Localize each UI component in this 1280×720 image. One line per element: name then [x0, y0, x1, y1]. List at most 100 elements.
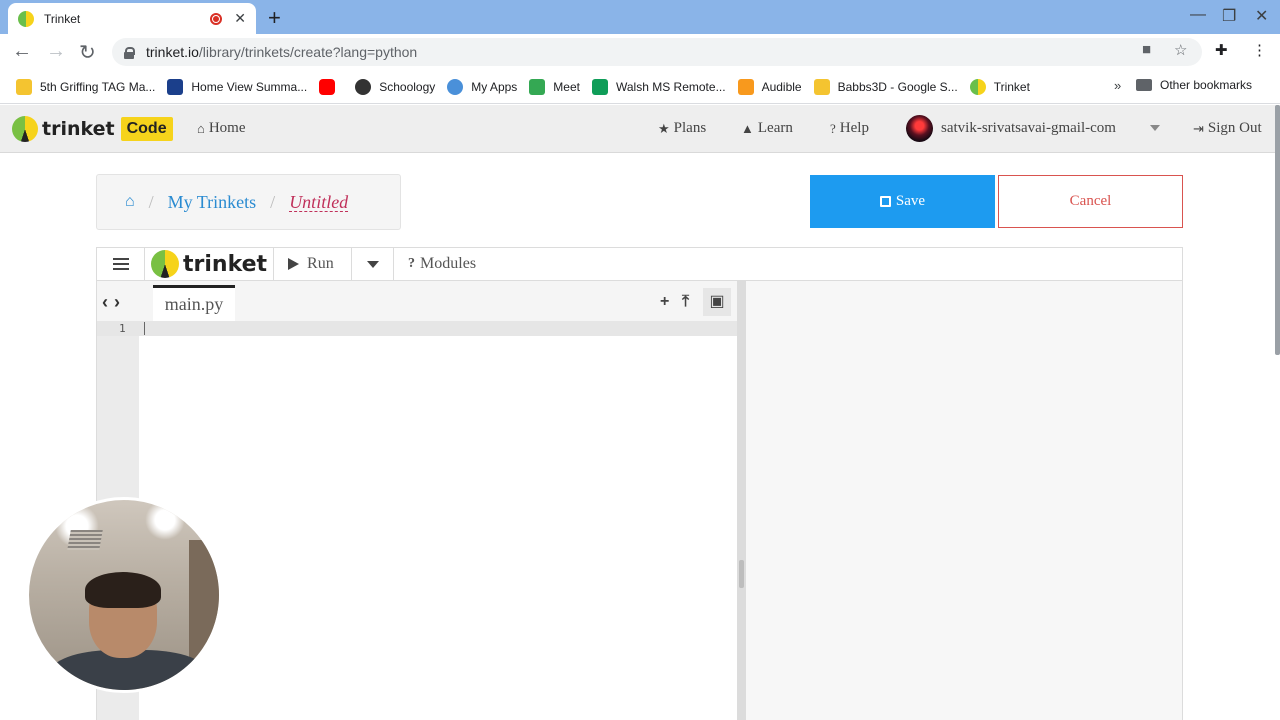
other-bookmarks[interactable]: Other bookmarks: [1136, 78, 1252, 92]
bookmark-label: Meet: [553, 79, 580, 94]
run-button[interactable]: Run: [274, 248, 353, 280]
toggle-code-view-icon[interactable]: ‹›: [102, 292, 126, 313]
bookmark-item[interactable]: Walsh MS Remote...: [591, 78, 726, 95]
trinket-title[interactable]: Untitled: [289, 193, 349, 212]
logo-code-badge: Code: [120, 117, 173, 141]
cancel-button[interactable]: Cancel: [998, 175, 1183, 228]
nav-help[interactable]: ? Help: [830, 120, 869, 137]
other-bookmarks-label: Other bookmarks: [1160, 78, 1253, 92]
trinket-logo[interactable]: trinket Code: [12, 116, 173, 142]
cancel-label: Cancel: [1069, 193, 1112, 209]
user-name: satvik-srivatsavai-gmail-com: [941, 120, 1116, 136]
bookmark-item[interactable]: Home View Summa...: [167, 78, 308, 95]
bookmark-label: Audible: [761, 79, 802, 94]
bookmarks-overflow-icon[interactable]: »: [1114, 78, 1121, 93]
browser-tab[interactable]: Trinket ✕: [8, 3, 256, 34]
camera-icon[interactable]: ■: [1142, 41, 1151, 58]
upload-icon[interactable]: ⤒: [682, 293, 689, 311]
restore-icon[interactable]: ❐: [1222, 6, 1236, 26]
bookmark-item[interactable]: My Apps: [447, 78, 517, 95]
modules-label: Modules: [420, 255, 477, 272]
question-icon: ?: [408, 256, 416, 271]
recording-indicator-icon: [210, 12, 223, 25]
schoology-icon: [355, 78, 372, 95]
new-tab-icon[interactable]: +: [268, 5, 281, 31]
cloud-icon: [447, 78, 464, 95]
line-number: 1: [119, 322, 126, 335]
run-options-dropdown[interactable]: [352, 248, 395, 280]
logo-word: trinket: [42, 118, 115, 140]
tab-title: Trinket: [44, 11, 81, 26]
file-tab-main[interactable]: main.py: [153, 285, 235, 321]
tab-close-icon[interactable]: ✕: [234, 10, 246, 27]
add-file-icon[interactable]: +: [660, 293, 669, 311]
bookmark-label: 5th Griffing TAG Ma...: [40, 79, 156, 94]
back-icon[interactable]: ←: [12, 40, 32, 63]
bookmark-label: Trinket: [993, 79, 1030, 94]
reload-icon[interactable]: ↻: [79, 40, 96, 65]
bookmark-item[interactable]: Audible: [737, 78, 802, 95]
modules-button[interactable]: ? Modules: [394, 248, 490, 280]
breadcrumb-home-icon[interactable]: ⌂: [125, 193, 135, 211]
bookmark-item[interactable]: 5th Griffing TAG Ma...: [16, 78, 156, 95]
ceiling-light: [145, 500, 185, 540]
trinket-logo-icon: [12, 116, 38, 142]
bookmark-item[interactable]: [319, 78, 343, 95]
forward-icon[interactable]: →: [46, 40, 66, 63]
bookmark-icon: [16, 78, 32, 95]
minimize-icon[interactable]: —: [1190, 6, 1206, 24]
sign-out-link[interactable]: ⇥ Sign Out: [1193, 120, 1262, 137]
bookmark-label: Walsh MS Remote...: [615, 79, 726, 94]
page-scrollbar[interactable]: [1275, 105, 1280, 355]
pane-splitter[interactable]: [737, 281, 746, 720]
graduation-cap-icon: ▲: [741, 120, 754, 136]
hamburger-menu-icon: [112, 258, 129, 270]
url-path: /library/trinkets/create?lang=python: [198, 44, 418, 60]
active-line-highlight: [97, 321, 737, 336]
extensions-icon[interactable]: ✚: [1215, 41, 1228, 59]
breadcrumb-separator: /: [270, 191, 276, 212]
site-header: trinket Code ⌂ Home ★ Plans ▲ Learn ? Help s…: [0, 105, 1280, 153]
bookmark-item[interactable]: Babbs3D - Google S...: [813, 78, 958, 95]
breadcrumb: ⌂ / My Trinkets / Untitled: [96, 174, 401, 230]
caret-down-icon: [366, 260, 379, 268]
user-dropdown-caret-icon[interactable]: [1150, 125, 1160, 131]
nav-learn[interactable]: ▲ Learn: [741, 120, 793, 137]
breadcrumb-separator: /: [148, 191, 154, 212]
question-circle-icon: ?: [830, 120, 836, 136]
breadcrumb-my-trinkets[interactable]: My Trinkets: [168, 192, 257, 213]
folder-icon: [1136, 79, 1152, 91]
file-tab-label: main.py: [164, 294, 224, 314]
user-menu[interactable]: satvik-srivatsavai-gmail-com: [941, 120, 1116, 137]
bookmarks-bar: 5th Griffing TAG Ma... Home View Summa..…: [0, 70, 1280, 104]
webcam-overlay: [26, 497, 222, 693]
air-vent: [67, 530, 103, 550]
bookmark-label: Home View Summa...: [191, 79, 308, 94]
star-icon[interactable]: ☆: [1174, 41, 1187, 59]
splitter-grip[interactable]: [739, 560, 744, 588]
sign-out-label: Sign Out: [1207, 120, 1262, 136]
image-icon[interactable]: ▣: [703, 288, 731, 316]
avatar[interactable]: [906, 115, 933, 142]
text-cursor[interactable]: [144, 322, 145, 335]
trinket-icon: [969, 78, 986, 95]
save-label: Save: [895, 193, 926, 209]
save-button[interactable]: Save: [810, 175, 995, 228]
editor-menu-button[interactable]: [97, 248, 145, 280]
window-close-icon[interactable]: ✕: [1255, 6, 1268, 26]
nav-plans-label: Plans: [673, 120, 707, 136]
nav-home[interactable]: ⌂ Home: [197, 120, 245, 137]
audible-icon: [737, 78, 754, 95]
nav-home-label: Home: [208, 120, 246, 136]
menu-kebab-icon[interactable]: ⋮: [1252, 41, 1267, 59]
slides-icon: [813, 78, 830, 95]
bookmark-item[interactable]: Meet: [529, 78, 580, 95]
nav-help-label: Help: [839, 120, 869, 136]
bookmark-item[interactable]: Trinket: [969, 78, 1030, 95]
url-host: trinket.io: [146, 44, 199, 60]
nav-plans[interactable]: ★ Plans: [658, 120, 706, 137]
address-bar[interactable]: trinket.io /library/trinkets/create?lang…: [112, 38, 1202, 66]
trinket-favicon-icon: [18, 10, 34, 27]
trinket-brand[interactable]: trinket: [145, 248, 275, 280]
bookmark-item[interactable]: Schoology: [355, 78, 435, 95]
